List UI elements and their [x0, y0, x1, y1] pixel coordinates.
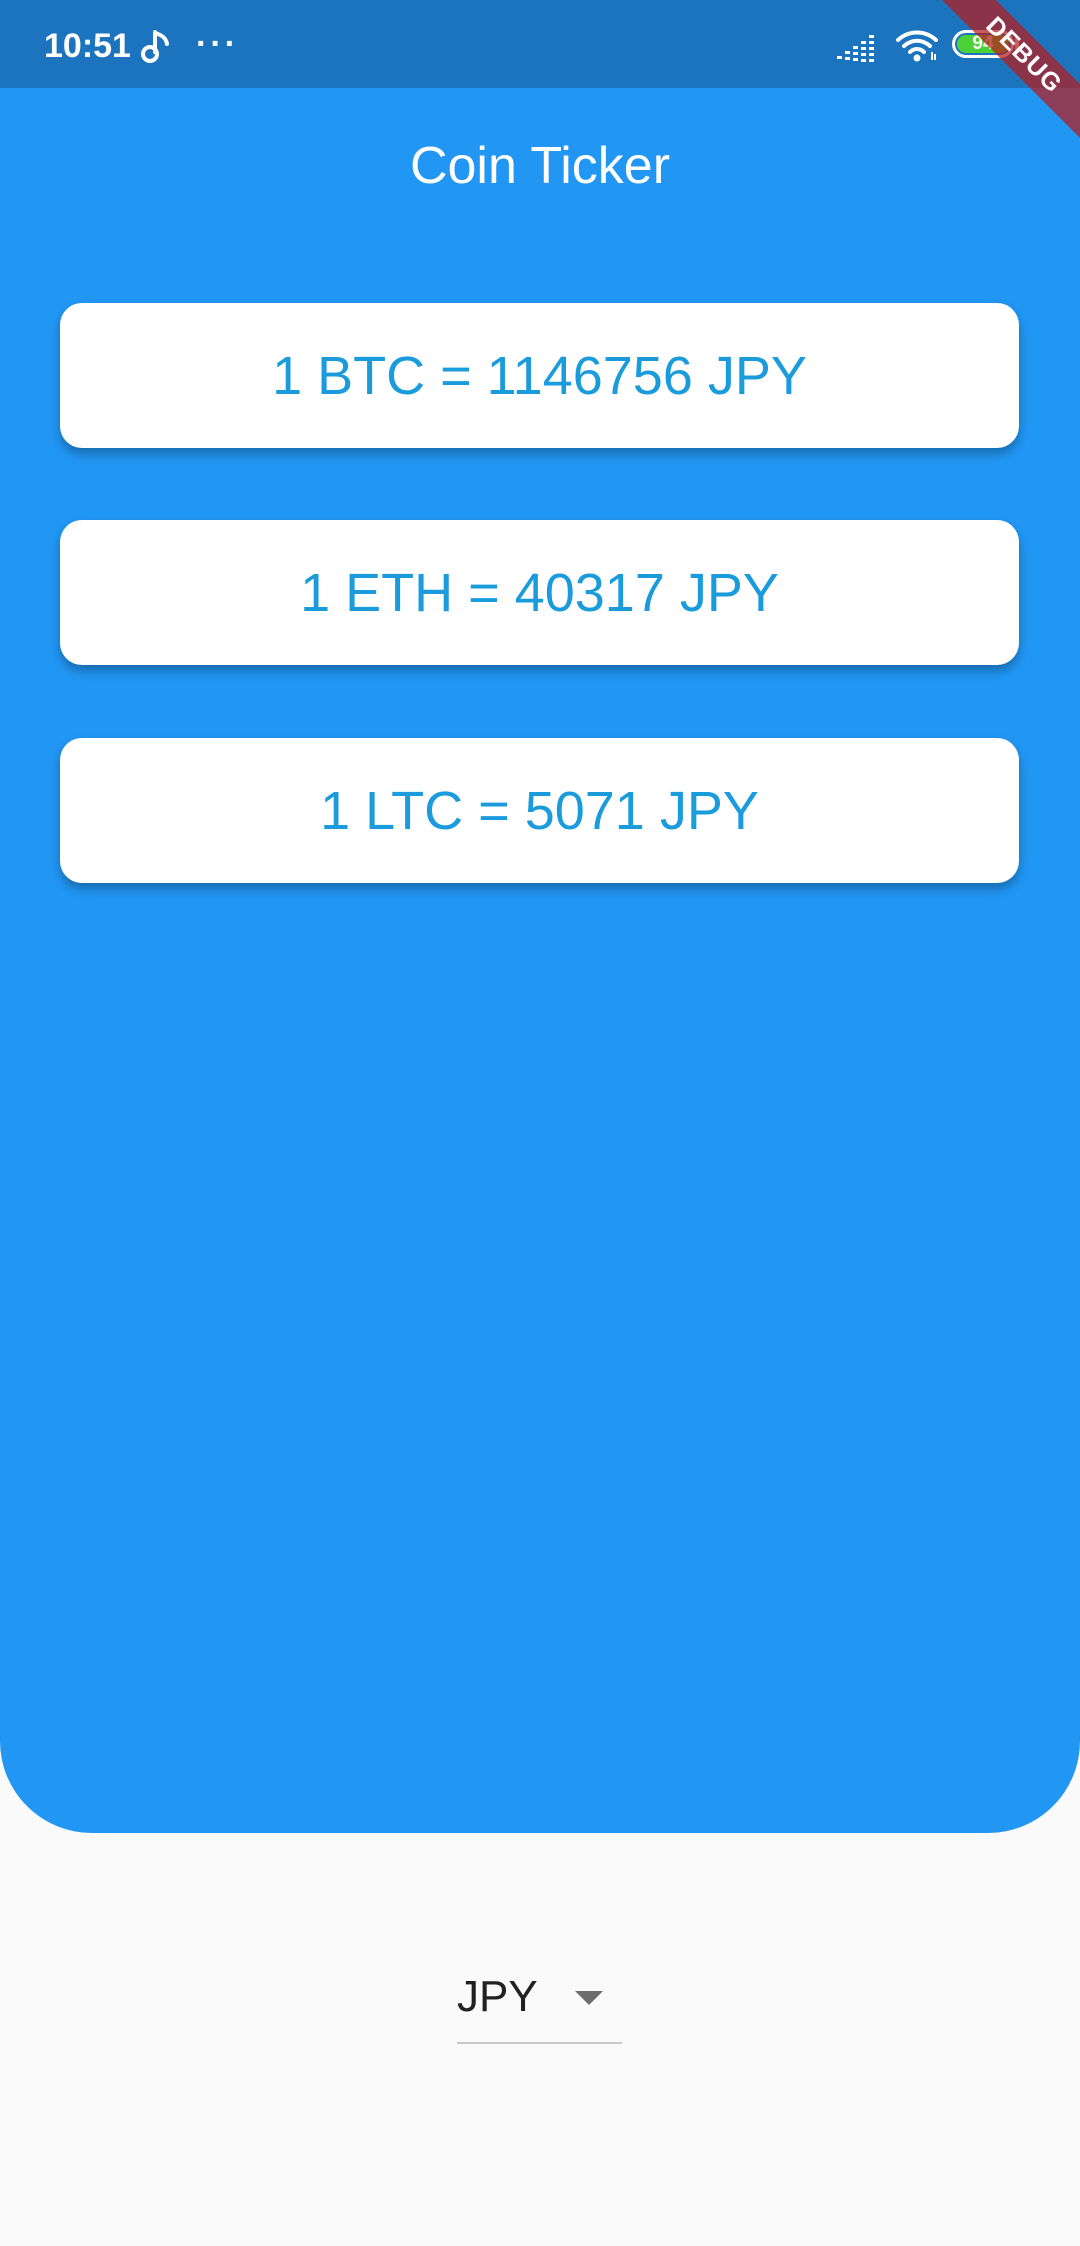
rate-text-eth: 1 ETH = 40317 JPY	[300, 562, 779, 623]
dropdown-arrow-icon[interactable]	[575, 1991, 603, 2005]
signal-icon	[837, 35, 874, 62]
rate-card-ltc: 1 LTC = 5071 JPY	[60, 738, 1019, 883]
rate-text-ltc: 1 LTC = 5071 JPY	[320, 780, 759, 841]
app-title: Coin Ticker	[409, 137, 671, 195]
debug-banner-label: DEBUG	[932, 0, 1080, 147]
rate-card-btc: 1 BTC = 1146756 JPY	[60, 303, 1019, 448]
currency-dropdown[interactable]: JPY	[457, 1962, 622, 2044]
status-bar: 10:51 ··· 94	[0, 0, 1080, 88]
header-panel	[0, 0, 1080, 1833]
status-time: 10:51	[44, 27, 131, 65]
debug-banner: DEBUG	[930, 0, 1080, 150]
currency-dropdown-value: JPY	[457, 1972, 538, 2021]
rate-card-eth: 1 ETH = 40317 JPY	[60, 520, 1019, 665]
music-note-icon	[141, 30, 169, 63]
rate-text-btc: 1 BTC = 1146756 JPY	[272, 345, 807, 406]
more-dots-icon: ···	[196, 25, 239, 63]
